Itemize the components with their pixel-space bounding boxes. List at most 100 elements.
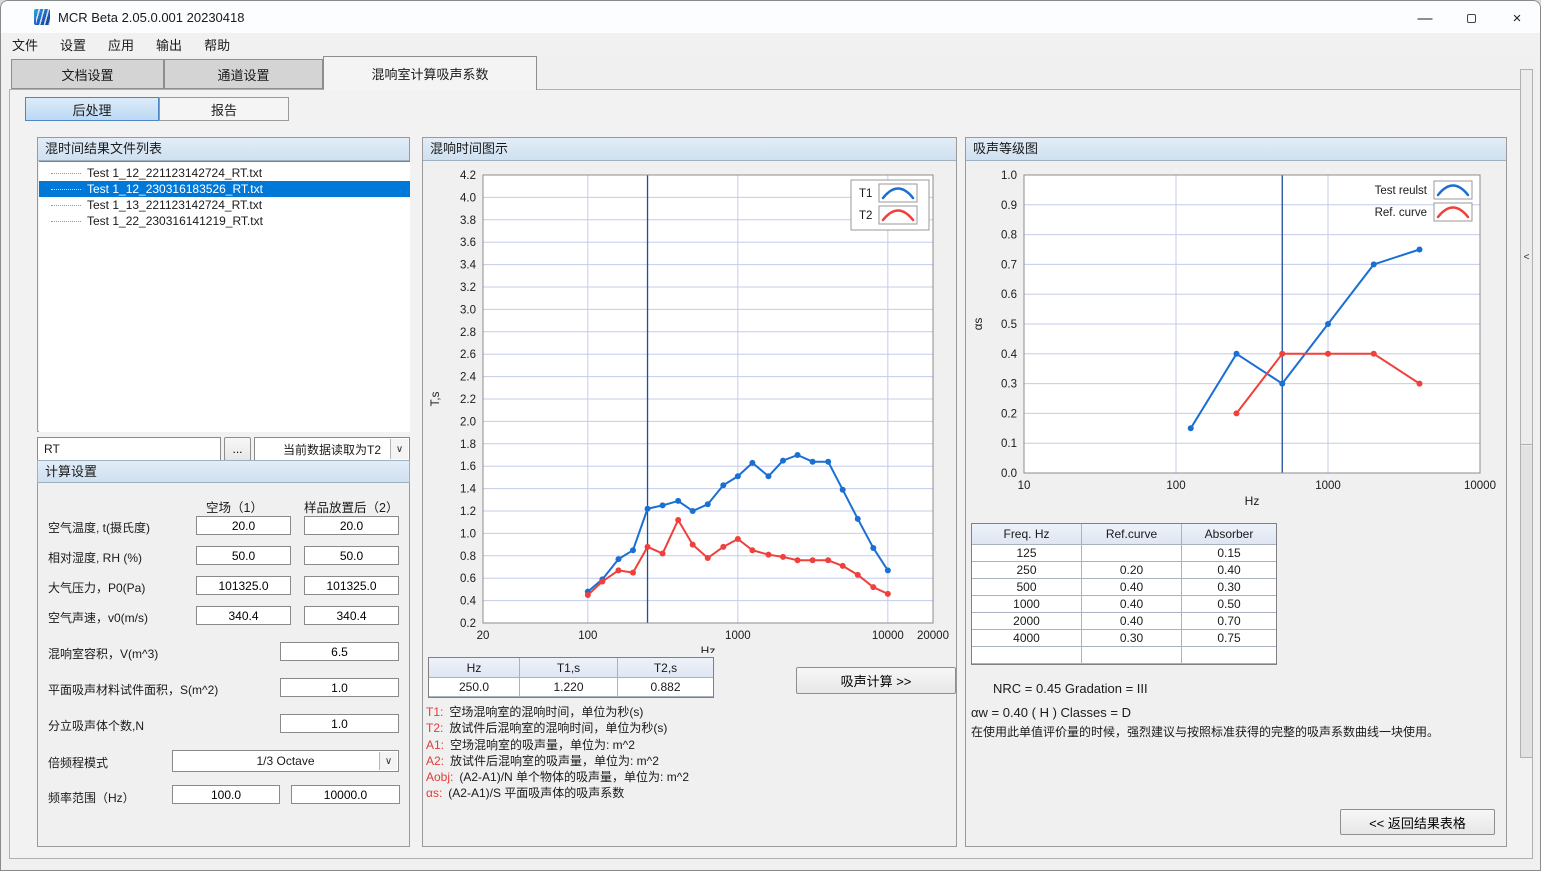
sample-area-label: 平面吸声材料试件面积，S(m^2) (48, 681, 218, 698)
rt-chart[interactable]: 0.20.40.60.81.01.21.41.61.82.02.22.42.62… (425, 163, 956, 653)
data-read-mode-dropdown[interactable]: 当前数据读取为T2 ∨ (254, 437, 410, 461)
svg-text:0.2: 0.2 (1001, 408, 1017, 420)
svg-text:0.8: 0.8 (460, 551, 476, 563)
table-header: T1,s (520, 658, 618, 678)
file-item[interactable]: Test 1_22_230316141219_RT.txt (39, 213, 410, 229)
absorption-calc-button[interactable]: 吸声计算 >> (796, 667, 956, 694)
file-name: Test 1_12_221123142724_RT.txt (87, 166, 262, 180)
freq-max-input[interactable] (291, 785, 400, 804)
humidity-label: 相对湿度, RH (%) (48, 549, 142, 566)
app-icon (34, 9, 50, 25)
note-label: A1: (426, 738, 444, 752)
maximize-button[interactable] (1450, 5, 1492, 31)
temperature-input-1[interactable] (196, 516, 291, 535)
note-label: T2: (426, 721, 443, 735)
absorption-chart[interactable]: 0.00.10.20.30.40.50.60.70.80.91.01010010… (968, 163, 1506, 515)
subtab-report[interactable]: 报告 (159, 97, 289, 121)
pressure-input-1[interactable] (196, 576, 291, 595)
tab-reverb-absorption[interactable]: 混响室计算吸声系数 (323, 56, 537, 90)
file-name: Test 1_12_230316183526_RT.txt (87, 182, 263, 196)
sound-speed-label: 空气声速，v0(m/s) (48, 609, 148, 626)
absorber-count-label: 分立吸声体个数,N (48, 717, 144, 734)
menu-item-apply[interactable]: 应用 (97, 33, 145, 56)
svg-text:Hz: Hz (701, 644, 716, 653)
humidity-input-1[interactable] (196, 546, 291, 565)
subtab-postprocess[interactable]: 后处理 (25, 97, 159, 121)
file-item[interactable]: Test 1_13_221123142724_RT.txt (39, 197, 410, 213)
table-row[interactable] (972, 647, 1276, 664)
freq-range-label: 频率范围（Hz） (48, 789, 135, 806)
tab-channel-settings[interactable]: 通道设置 (164, 59, 323, 89)
table-row[interactable]: 10000.400.50 (972, 596, 1276, 613)
table-row[interactable]: 5000.400.30 (972, 579, 1276, 596)
svg-text:Hz: Hz (1245, 494, 1260, 508)
table-row[interactable]: 20000.400.70 (972, 613, 1276, 630)
file-item[interactable]: Test 1_12_230316183526_RT.txt (39, 181, 410, 197)
svg-text:4.2: 4.2 (460, 170, 476, 182)
collapsed-side-panel: < (1520, 69, 1533, 758)
room-volume-input[interactable] (280, 642, 399, 661)
table-row[interactable]: 250.01.2200.882 (429, 678, 713, 697)
file-name: Test 1_13_221123142724_RT.txt (87, 198, 262, 212)
close-button[interactable]: × (1496, 5, 1538, 31)
menu-item-help[interactable]: 帮助 (193, 33, 241, 56)
table-cell: 0.40 (1082, 596, 1182, 613)
svg-text:100: 100 (1166, 480, 1185, 492)
note-line: T2:放试件后混响室的混响时间，单位为秒(s) (426, 720, 689, 736)
table-cell (1182, 647, 1276, 664)
svg-text:2.2: 2.2 (460, 394, 476, 406)
svg-text:4.0: 4.0 (460, 192, 476, 204)
back-to-results-button[interactable]: << 返回结果表格 (1340, 809, 1495, 835)
table-cell (1082, 545, 1182, 562)
table-cell: 1.220 (520, 678, 618, 697)
table-row[interactable]: 2500.200.40 (972, 562, 1276, 579)
tab-document-settings[interactable]: 文档设置 (11, 59, 164, 89)
menu-bar: 文件设置应用输出帮助 (1, 33, 1540, 56)
table-cell: 0.20 (1082, 562, 1182, 579)
note-label: Aobj: (426, 770, 453, 784)
menu-item-settings[interactable]: 设置 (49, 33, 97, 56)
table-cell: 0.75 (1182, 630, 1276, 647)
menu-item-file[interactable]: 文件 (1, 33, 49, 56)
data-read-mode-value: 当前数据读取为T2 (283, 441, 381, 458)
sound-speed-input-1[interactable] (196, 606, 291, 625)
sound-speed-input-2[interactable] (304, 606, 399, 625)
browse-button[interactable]: ... (224, 437, 251, 461)
pressure-input-2[interactable] (304, 576, 399, 595)
chevron-down-icon: ∨ (379, 752, 397, 770)
file-list[interactable]: Test 1_12_221123142724_RT.txt Test 1_12_2… (39, 161, 410, 432)
freq-min-input[interactable] (172, 785, 280, 804)
svg-text:1.0: 1.0 (1001, 170, 1017, 182)
absorption-title: 吸声等级图 (966, 138, 1506, 161)
svg-text:T2: T2 (859, 210, 872, 222)
file-item[interactable]: Test 1_12_221123142724_RT.txt (39, 165, 410, 181)
menu-item-output[interactable]: 输出 (145, 33, 193, 56)
svg-text:0.3: 0.3 (1001, 379, 1017, 391)
table-cell: 2000 (972, 613, 1082, 630)
sample-area-input[interactable] (280, 678, 399, 697)
minimize-button[interactable]: — (1404, 5, 1446, 31)
table-row[interactable]: 40000.300.75 (972, 630, 1276, 647)
svg-text:20: 20 (477, 630, 490, 642)
aw-result: αw = 0.40 ( H ) Classes = D (971, 705, 1131, 720)
expand-panel-button[interactable]: < (1521, 70, 1532, 445)
app-window: MCR Beta 2.05.0.001 20230418 — × 文件设置应用输… (0, 0, 1541, 871)
temperature-input-2[interactable] (304, 516, 399, 535)
calc-settings-group: 空场（1） 样品放置后（2） 空气温度, t(摄氏度)相对湿度, RH (%)大… (37, 483, 410, 847)
humidity-input-2[interactable] (304, 546, 399, 565)
svg-text:2.8: 2.8 (460, 327, 476, 339)
tree-connector (51, 173, 81, 174)
absorber-count-input[interactable] (280, 714, 399, 733)
table-cell: 0.50 (1182, 596, 1276, 613)
svg-text:T,s: T,s (430, 391, 442, 406)
table-row[interactable]: 1250.15 (972, 545, 1276, 562)
file-list-group: 混时间结果文件列表 Test 1_12_221123142724_RT.txtT… (37, 137, 410, 432)
table-cell: 0.40 (1082, 613, 1182, 630)
table-cell: 0.15 (1182, 545, 1276, 562)
note-label: A2: (426, 754, 444, 768)
rt-suffix-input[interactable] (37, 437, 221, 461)
rt-chart-title: 混响时间图示 (423, 138, 956, 161)
svg-text:Test reulst: Test reulst (1375, 185, 1428, 197)
octave-mode-dropdown[interactable]: 1/3 Octave ∨ (172, 750, 399, 772)
svg-text:3.4: 3.4 (460, 260, 477, 272)
